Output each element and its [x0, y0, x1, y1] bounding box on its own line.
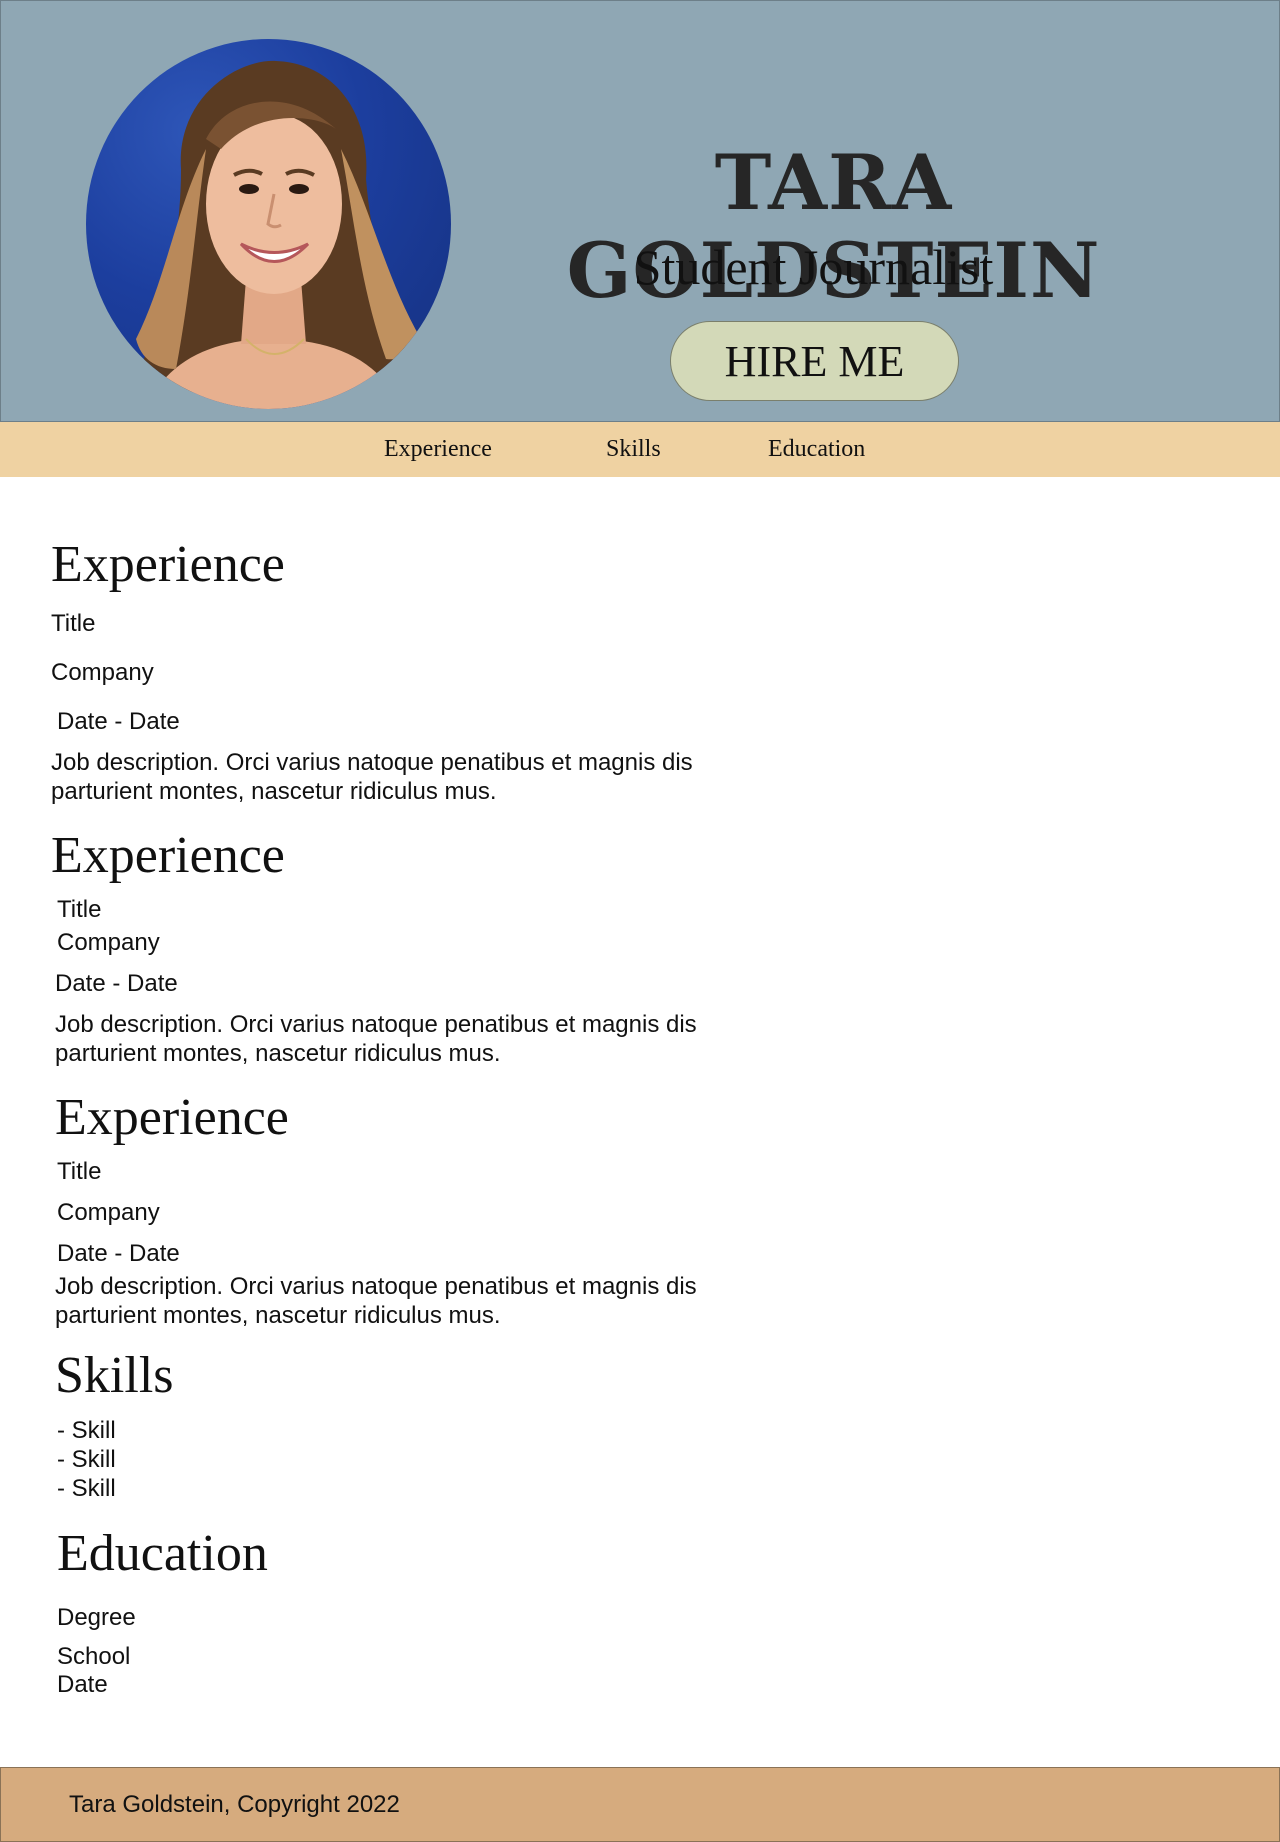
hire-me-button[interactable]: HIRE ME: [670, 321, 959, 401]
page-footer: Tara Goldstein, Copyright 2022: [0, 1767, 1280, 1842]
experience-heading: Experience: [55, 1089, 289, 1146]
nav-link-skills[interactable]: Skills: [606, 422, 661, 477]
nav-bar: Experience Skills Education: [0, 422, 1280, 477]
experience-company: Company: [51, 659, 154, 686]
nav-link-experience[interactable]: Experience: [384, 422, 492, 477]
education-school: School: [57, 1643, 131, 1670]
experience-title: Title: [51, 610, 96, 637]
experience-company: Company: [57, 929, 160, 956]
education-date: Date: [57, 1671, 108, 1698]
profile-photo: [86, 39, 451, 409]
page-header: TARA GOLDSTEIN Student Journalist HIRE M…: [0, 0, 1280, 422]
experience-company: Company: [57, 1199, 160, 1226]
skill-item: - Skill: [57, 1417, 116, 1444]
footer-copyright: Tara Goldstein, Copyright 2022: [69, 1791, 400, 1818]
nav-link-education[interactable]: Education: [768, 422, 865, 477]
experience-heading: Experience: [51, 827, 285, 884]
experience-dates: Date - Date: [57, 708, 180, 735]
experience-description: Job description. Orci varius natoque pen…: [51, 749, 693, 805]
education-heading: Education: [57, 1525, 268, 1582]
experience-dates: Date - Date: [55, 970, 178, 997]
experience-heading: Experience: [51, 536, 285, 593]
experience-description: Job description. Orci varius natoque pen…: [55, 1011, 697, 1067]
skill-item: - Skill: [57, 1475, 116, 1502]
experience-dates: Date - Date: [57, 1240, 180, 1267]
subtitle: Student Journalist: [633, 239, 994, 295]
skill-item: - Skill: [57, 1446, 116, 1473]
experience-description: Job description. Orci varius natoque pen…: [55, 1273, 697, 1329]
experience-title: Title: [57, 896, 102, 923]
experience-title: Title: [57, 1158, 102, 1185]
education-degree: Degree: [57, 1604, 136, 1631]
profile-photo-icon: [126, 60, 421, 409]
skills-heading: Skills: [55, 1347, 174, 1404]
